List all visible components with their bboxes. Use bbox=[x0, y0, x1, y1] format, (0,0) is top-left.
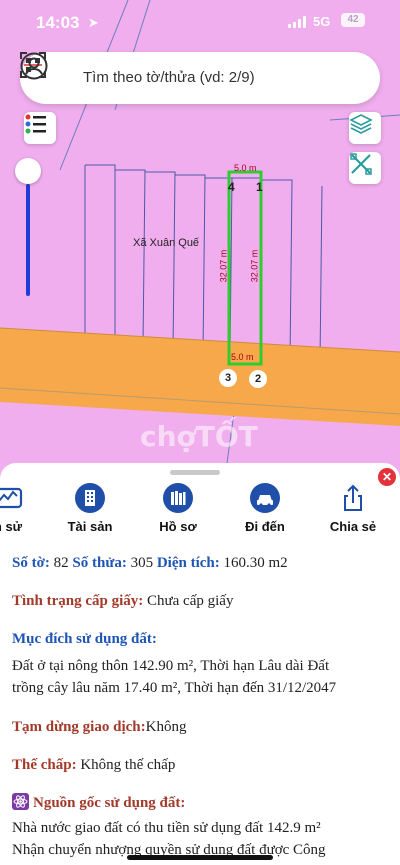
layers-button[interactable] bbox=[349, 112, 381, 144]
battery-icon: 42 bbox=[341, 13, 365, 27]
land-use-purpose-heading: Mục đích sử dụng đất: bbox=[12, 631, 157, 648]
share-icon bbox=[338, 483, 368, 513]
layers-icon bbox=[349, 114, 373, 134]
directions-button[interactable]: Đi đến bbox=[225, 483, 305, 534]
parcel-number-value: 305 bbox=[130, 555, 154, 571]
suspend-row: Tạm dừng giao dịch:Không bbox=[12, 719, 186, 736]
origin-heading: Nguồn gốc sử dụng đất: bbox=[12, 793, 185, 812]
road bbox=[0, 328, 400, 426]
opacity-slider-handle[interactable] bbox=[15, 158, 41, 184]
area-value: 160.30 m2 bbox=[223, 555, 288, 571]
directions-label: Đi đến bbox=[245, 519, 285, 534]
parcel-number-label: Số thửa: bbox=[72, 555, 127, 571]
sheet-number-value: 82 bbox=[53, 555, 69, 571]
top-width-label: 5.0 m bbox=[234, 163, 257, 173]
corner-1: 1 bbox=[256, 180, 263, 194]
corner-3: 3 bbox=[219, 369, 237, 387]
records-label: Hồ sơ bbox=[159, 519, 197, 534]
parcel-ids-row: Số tờ: 82 Số thửa: 305 Diện tích: 160.30… bbox=[12, 555, 288, 572]
home-indicator bbox=[127, 855, 273, 860]
records-button[interactable]: Hồ sơ bbox=[138, 483, 218, 534]
opacity-slider-track[interactable] bbox=[26, 184, 30, 296]
history-button[interactable]: h sử bbox=[0, 483, 48, 534]
search-bar[interactable]: Tìm theo tờ/thửa (vd: 2/9) bbox=[20, 52, 380, 104]
location-arrow-icon: ➤ bbox=[88, 15, 99, 30]
folder-icon bbox=[163, 483, 193, 513]
left-length-label: 32.07 m bbox=[218, 249, 229, 283]
mortgage-label: Thế chấp: bbox=[12, 757, 77, 773]
atom-icon bbox=[12, 793, 29, 810]
map-view[interactable]: Xã Xuân Quế 5.0 m 5.0 m 32.07 m 32.07 m … bbox=[0, 0, 400, 470]
measure-tools-button[interactable] bbox=[349, 152, 381, 184]
bottom-width-label: 5.0 m bbox=[231, 352, 254, 362]
legend-icon bbox=[25, 114, 46, 134]
commune-label: Xã Xuân Quế bbox=[133, 237, 200, 249]
parcel-strips bbox=[84, 164, 323, 363]
history-chart-icon bbox=[0, 483, 23, 513]
sheet-number-label: Số tờ: bbox=[12, 555, 50, 571]
certificate-status-value: Chưa cấp giấy bbox=[147, 593, 234, 609]
user-account-icon[interactable] bbox=[20, 52, 48, 80]
history-label: h sử bbox=[0, 519, 23, 534]
watermark: chợTỐT bbox=[140, 420, 258, 453]
mortgage-row: Thế chấp: Không thế chấp bbox=[12, 757, 175, 774]
close-sheet-button[interactable]: ✕ bbox=[378, 468, 396, 486]
search-input[interactable]: Tìm theo tờ/thửa (vd: 2/9) bbox=[83, 69, 255, 86]
tools-icon bbox=[350, 153, 372, 175]
transaction-suspend-value: Không bbox=[145, 719, 187, 735]
transaction-suspend-label: Tạm dừng giao dịch: bbox=[12, 719, 146, 735]
network-type: 5G bbox=[313, 14, 331, 29]
status-bar: 14:03 ➤ 5G 42 bbox=[0, 0, 400, 46]
origin-label: Nguồn gốc sử dụng đất: bbox=[33, 795, 186, 811]
share-button[interactable]: Chia sẻ bbox=[313, 483, 393, 534]
status-time: 14:03 bbox=[36, 13, 80, 32]
area-label: Diện tích: bbox=[156, 555, 220, 571]
share-label: Chia sẻ bbox=[329, 519, 377, 534]
assets-label: Tài sản bbox=[67, 519, 113, 534]
sheet-drag-handle[interactable] bbox=[170, 470, 220, 475]
land-use-purpose-line1: Đất ở tại nông thôn 142.90 m², Thời hạn … bbox=[12, 658, 330, 674]
right-length-label: 32.07 m bbox=[249, 249, 260, 283]
car-icon bbox=[250, 483, 280, 513]
corner-4: 4 bbox=[228, 180, 235, 194]
mortgage-value: Không thế chấp bbox=[80, 757, 176, 773]
land-use-purpose-label: Mục đích sử dụng đất: bbox=[12, 631, 157, 647]
parcel-info-sheet: h sử Tài sản Hồ bbox=[0, 463, 400, 865]
signal-icon bbox=[288, 16, 308, 28]
action-bar: h sử Tài sản Hồ bbox=[0, 483, 400, 539]
corner-2: 2 bbox=[249, 370, 267, 388]
assets-button[interactable]: Tài sản bbox=[50, 483, 130, 534]
certificate-row: Tình trạng cấp giấy: Chưa cấp giấy bbox=[12, 593, 233, 610]
origin-line1: Nhà nước giao đất có thu tiền sử dụng đấ… bbox=[12, 820, 321, 836]
land-use-purpose-line2: trồng cây lâu năm 17.40 m², Thời hạn đến… bbox=[12, 680, 337, 696]
legend-button[interactable] bbox=[24, 112, 56, 144]
building-icon bbox=[75, 483, 105, 513]
certificate-status-label: Tình trạng cấp giấy: bbox=[12, 593, 144, 609]
